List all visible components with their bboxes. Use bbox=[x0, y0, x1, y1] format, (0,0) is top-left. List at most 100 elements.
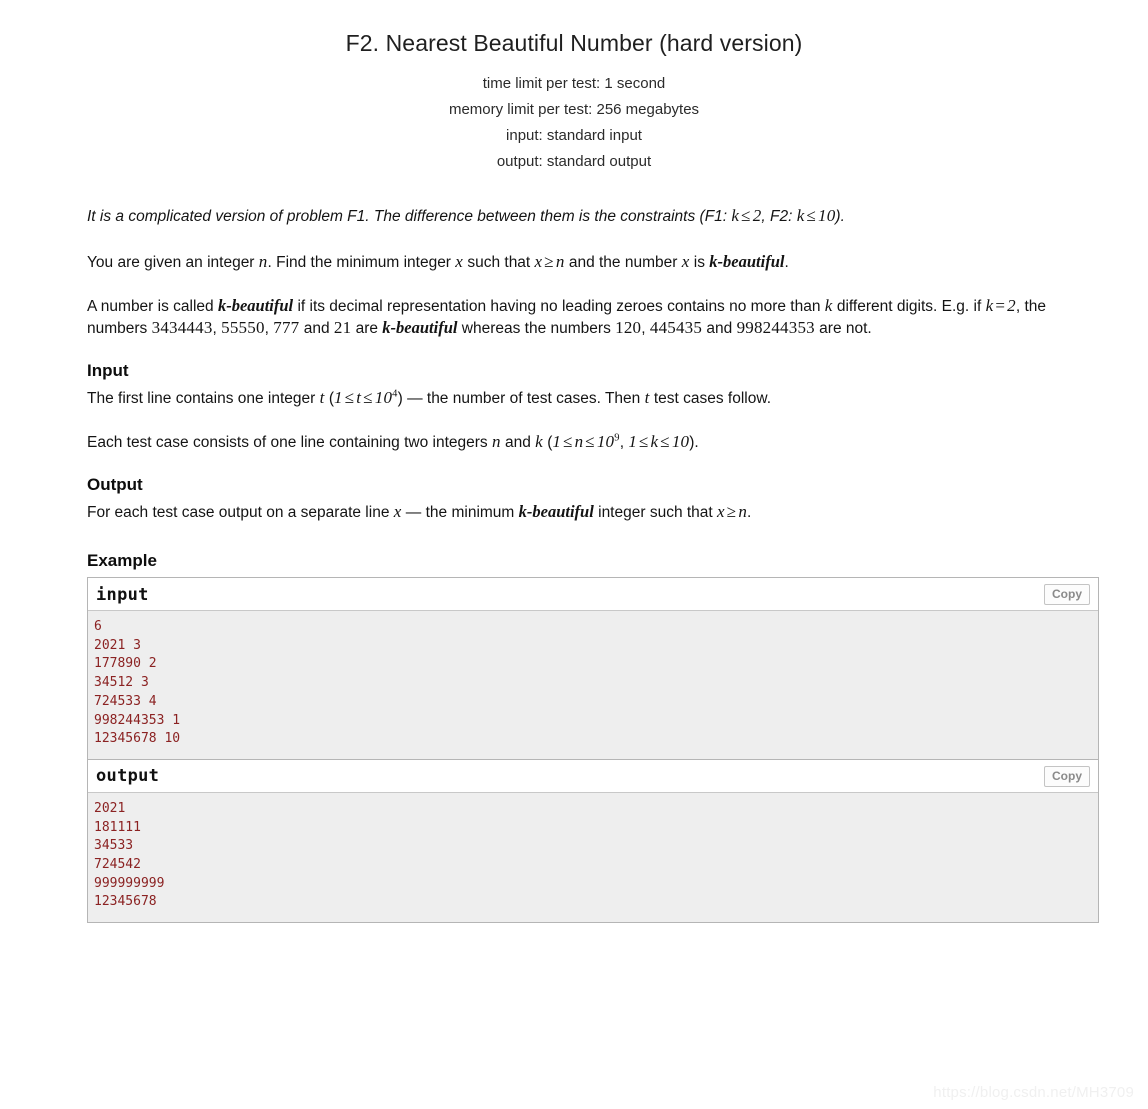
example-number-3: 777 bbox=[273, 318, 300, 337]
page-title: F2. Nearest Beautiful Number (hard versi… bbox=[345, 30, 803, 56]
p1-text-1: You are given an integer bbox=[87, 254, 259, 271]
memory-limit-line: memory limit per test: 256 megabytes bbox=[448, 101, 700, 118]
input-paragraph-2: Each test case consists of one line cont… bbox=[87, 431, 1099, 453]
section-heading-input: Input bbox=[87, 361, 129, 380]
math-value-10: 10 bbox=[671, 432, 690, 451]
in1-text-1: The first line contains one integer bbox=[87, 390, 320, 407]
output-mode-line: output: standard output bbox=[496, 153, 652, 170]
term-k-beautiful: k-beautiful bbox=[518, 502, 594, 521]
math-var-n: n bbox=[555, 252, 565, 271]
math-var-k: k bbox=[535, 432, 543, 451]
intro-text-3: ). bbox=[835, 208, 845, 225]
in2-text-5: ). bbox=[689, 434, 699, 451]
intro-math-1: k ≤2 bbox=[731, 206, 761, 225]
example-number-1: 3434443 bbox=[151, 318, 213, 337]
p2-text-10: are not. bbox=[814, 320, 872, 337]
sample-input-content[interactable]: 6 2021 3 177890 2 34512 3 724533 4 99824… bbox=[88, 611, 1098, 759]
example-number-4: 21 bbox=[333, 318, 352, 337]
term-k-beautiful: k-beautiful bbox=[382, 318, 458, 337]
constraint-k-range: 1 ≤ k ≤10 bbox=[628, 432, 689, 451]
math-value-1: 1 bbox=[334, 388, 343, 407]
math-var-k: k bbox=[824, 296, 833, 315]
p2-text-7: are bbox=[351, 320, 383, 337]
example-number-2: 55550 bbox=[221, 318, 265, 337]
in1-text-2: ( bbox=[324, 390, 335, 407]
math-var-n: n bbox=[574, 432, 584, 451]
math-op-le: ≤ bbox=[660, 432, 670, 451]
out1-text-1: For each test case output on a separate … bbox=[87, 504, 394, 521]
math-op-ge: ≥ bbox=[544, 252, 554, 271]
counter-number-1: 120 bbox=[615, 318, 642, 337]
in1-text-3: ) — the number of test cases. Then bbox=[397, 390, 645, 407]
math-op-eq: = bbox=[995, 296, 1006, 315]
math-var-k: k bbox=[731, 206, 740, 225]
time-limit-line: time limit per test: 1 second bbox=[482, 75, 666, 92]
section-heading-output: Output bbox=[87, 475, 143, 494]
p2-text-6: and bbox=[299, 320, 334, 337]
p2-text-1: A number is called bbox=[87, 298, 218, 315]
p2-equation: k = 2 bbox=[986, 296, 1016, 315]
p1-text-4: and the number bbox=[564, 254, 682, 271]
sample-output-label: output bbox=[96, 766, 160, 787]
sample-input-box: input Copy 6 2021 3 177890 2 34512 3 724… bbox=[87, 577, 1099, 759]
constraint-n-range: 1 ≤ n ≤109 bbox=[552, 432, 619, 451]
counter-number-2: 445435 bbox=[649, 318, 703, 337]
sample-output-box: output Copy 2021 181111 34533 724542 999… bbox=[87, 758, 1099, 924]
p1-text-3: such that bbox=[463, 254, 535, 271]
math-op-le: ≤ bbox=[741, 206, 751, 225]
p1-inequality: x ≥ n bbox=[535, 252, 565, 271]
out1-text-3: integer such that bbox=[593, 504, 718, 521]
intro-math-2: k ≤10 bbox=[797, 206, 836, 225]
math-base-10: 10 bbox=[374, 388, 393, 407]
problem-paragraph-2: A number is called k-beautiful if its de… bbox=[87, 296, 1047, 337]
math-value-1: 1 bbox=[628, 432, 638, 451]
math-op-le: ≤ bbox=[563, 432, 573, 451]
in1-text-4: test cases follow. bbox=[649, 390, 772, 407]
p2-text-2: if its decimal representation having no … bbox=[293, 298, 825, 315]
intro-paragraph: It is a complicated version of problem F… bbox=[87, 205, 1099, 227]
math-var-x: x bbox=[455, 252, 464, 271]
output-paragraph-1: For each test case output on a separate … bbox=[87, 501, 1099, 523]
copy-input-button[interactable]: Copy bbox=[1044, 584, 1090, 605]
sample-output-content[interactable]: 2021 181111 34533 724542 999999999 12345… bbox=[88, 792, 1098, 923]
math-var-x: x bbox=[393, 502, 402, 521]
math-op-ge: ≥ bbox=[726, 502, 737, 521]
math-op-le: ≤ bbox=[639, 432, 649, 451]
p1-text-6: . bbox=[784, 254, 789, 271]
sample-input-label: input bbox=[96, 584, 149, 605]
math-var-n: n bbox=[738, 502, 748, 521]
output-inequality: x ≥ n bbox=[717, 502, 747, 521]
problem-page: F2. Nearest Beautiful Number (hard versi… bbox=[0, 0, 1148, 1109]
math-var-n: n bbox=[491, 432, 501, 451]
math-op-le: ≤ bbox=[344, 388, 355, 407]
intro-text-1: It is a complicated version of problem F… bbox=[87, 208, 732, 225]
p1-text-2: . Find the minimum integer bbox=[267, 254, 456, 271]
p1-text-5: is bbox=[689, 254, 710, 271]
problem-statement: It is a complicated version of problem F… bbox=[34, 205, 1114, 571]
sample-output-header: output Copy bbox=[88, 759, 1098, 793]
intro-text-2: , F2: bbox=[761, 208, 797, 225]
math-op-le: ≤ bbox=[363, 388, 373, 407]
input-paragraph-1: The first line contains one integer t (1… bbox=[87, 387, 1099, 409]
copy-output-button[interactable]: Copy bbox=[1044, 765, 1090, 787]
math-op-le: ≤ bbox=[585, 432, 595, 451]
input-mode-line: input: standard input bbox=[506, 127, 642, 144]
counter-number-3: 998244353 bbox=[736, 318, 815, 337]
math-value-10: 10 bbox=[818, 206, 836, 225]
math-var-x: x bbox=[717, 502, 725, 521]
out1-text-4: . bbox=[747, 504, 752, 521]
math-base-10: 10 bbox=[596, 432, 615, 451]
in2-text-3: ( bbox=[542, 434, 553, 451]
math-value-2: 2 bbox=[1007, 296, 1016, 315]
p2-text-4: , bbox=[1015, 298, 1021, 315]
section-heading-example: Example bbox=[87, 551, 157, 570]
p2-text-9: and bbox=[702, 320, 737, 337]
sample-tests: input Copy 6 2021 3 177890 2 34512 3 724… bbox=[34, 577, 1114, 924]
problem-paragraph-1: You are given an integer n . Find the min… bbox=[87, 251, 1099, 273]
out1-text-2: — the minimum bbox=[401, 504, 519, 521]
term-k-beautiful: k-beautiful bbox=[709, 252, 785, 271]
p2-text-8: whereas the numbers bbox=[457, 320, 616, 337]
watermark: https://blog.csdn.net/MH3709 bbox=[933, 1084, 1134, 1101]
in2-text-2: and bbox=[500, 434, 536, 451]
term-k-beautiful: k-beautiful bbox=[217, 296, 294, 315]
